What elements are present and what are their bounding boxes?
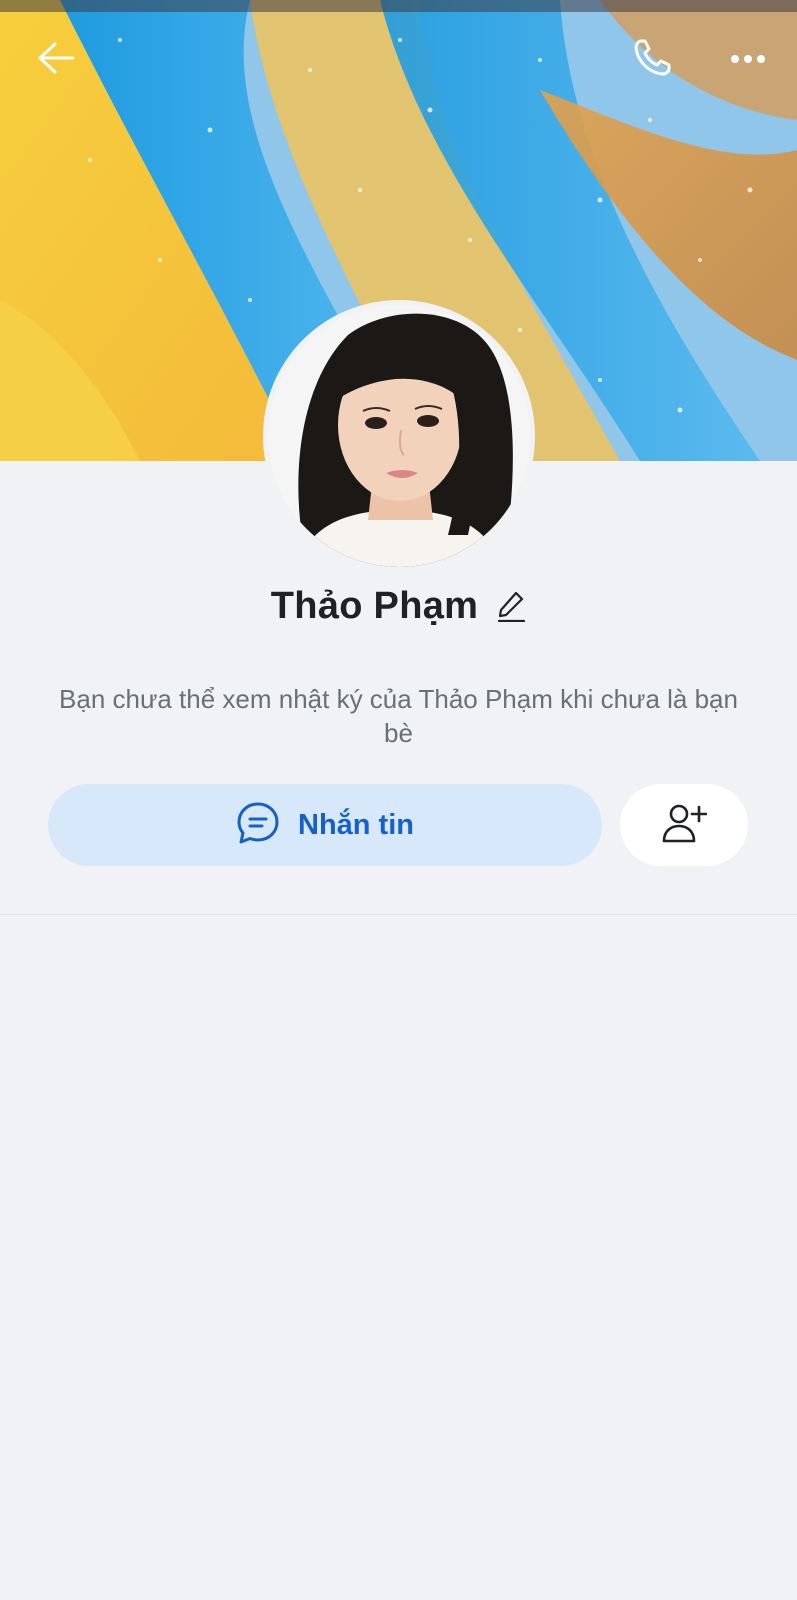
more-options-button[interactable]: [718, 36, 778, 84]
profile-name: Thảo Phạm: [270, 584, 479, 627]
add-user-icon: [661, 803, 708, 848]
friend-restriction-notice: Bạn chưa thể xem nhật ký của Thảo Phạm k…: [59, 684, 738, 748]
chat-bubble-icon: [236, 801, 280, 850]
section-divider: [0, 914, 797, 915]
call-button[interactable]: [624, 34, 680, 86]
arrow-left-icon: [37, 41, 75, 80]
pencil-icon[interactable]: [496, 590, 526, 622]
more-horizontal-icon: [730, 51, 766, 69]
message-button[interactable]: Nhắn tin: [48, 784, 602, 866]
profile-name-row: Thảo Phạm: [0, 580, 797, 632]
add-friend-button[interactable]: [620, 784, 748, 866]
avatar-ring: [263, 300, 535, 572]
status-bar: [0, 0, 797, 12]
back-button[interactable]: [28, 36, 84, 84]
avatar-photo: [268, 305, 530, 567]
phone-icon: [631, 37, 673, 84]
avatar[interactable]: [268, 305, 530, 567]
message-button-label: Nhắn tin: [298, 808, 414, 841]
